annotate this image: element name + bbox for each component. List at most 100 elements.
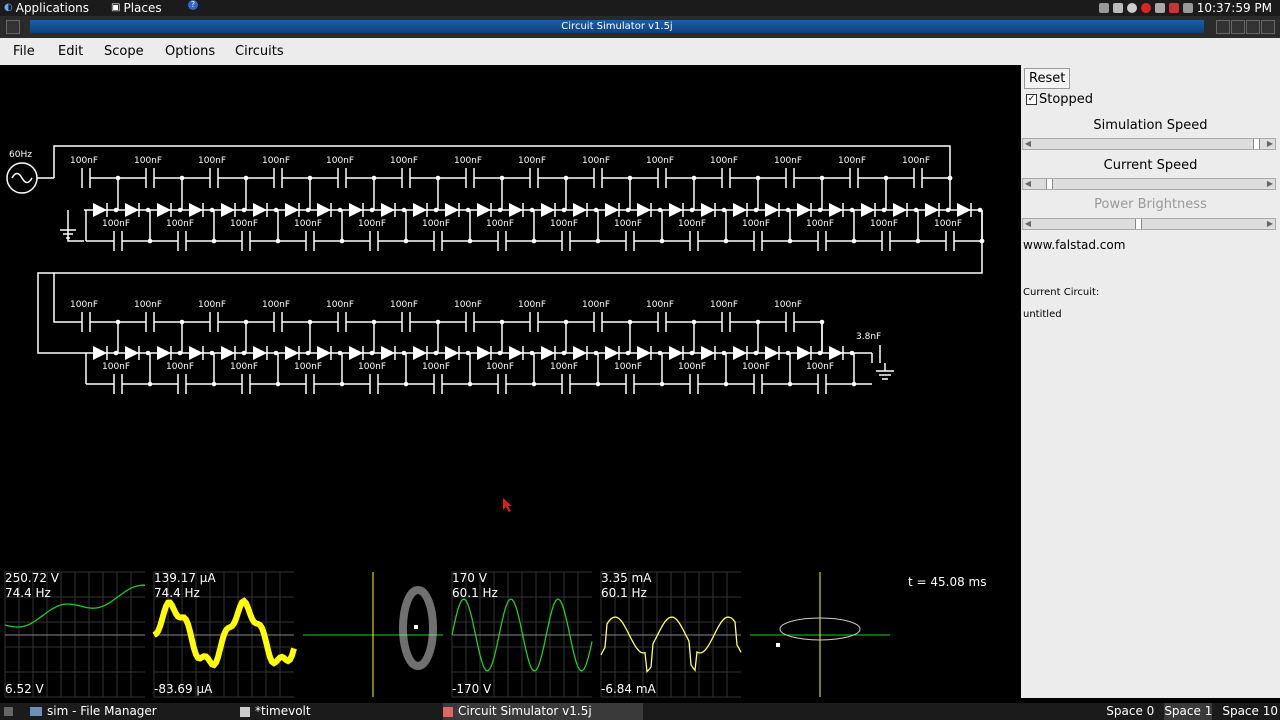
diode[interactable] bbox=[829, 203, 843, 217]
diode[interactable] bbox=[317, 346, 331, 360]
diode[interactable] bbox=[893, 203, 907, 217]
diode[interactable] bbox=[861, 203, 875, 217]
diode[interactable] bbox=[669, 346, 683, 360]
diode[interactable] bbox=[125, 346, 139, 360]
window-menu-icon[interactable] bbox=[6, 20, 20, 34]
capacitor-gap[interactable] bbox=[722, 311, 730, 333]
capacitor-gap[interactable] bbox=[146, 167, 154, 189]
menu-edit[interactable]: Edit bbox=[58, 44, 83, 59]
capacitor-gap[interactable] bbox=[306, 373, 314, 395]
capacitor-gap[interactable] bbox=[434, 373, 442, 395]
diode[interactable] bbox=[221, 203, 235, 217]
applications-menu[interactable]: ◐ Applications bbox=[4, 0, 89, 16]
show-desktop-icon[interactable] bbox=[4, 707, 13, 716]
capacitor-gap[interactable] bbox=[114, 230, 122, 252]
arrow-left-icon[interactable]: ◀ bbox=[1023, 139, 1033, 149]
diode[interactable] bbox=[381, 346, 395, 360]
capacitor-gap[interactable] bbox=[370, 373, 378, 395]
diode[interactable] bbox=[509, 346, 523, 360]
space-1[interactable]: Space 1 bbox=[1164, 703, 1213, 720]
task-timevolt[interactable]: *timevolt bbox=[240, 703, 435, 720]
capacitor-gap[interactable] bbox=[690, 230, 698, 252]
capacitor-gap[interactable] bbox=[786, 167, 794, 189]
capacitor-gap[interactable] bbox=[498, 373, 506, 395]
capacitor-gap[interactable] bbox=[626, 373, 634, 395]
diode[interactable] bbox=[253, 346, 267, 360]
capacitor-gap[interactable] bbox=[114, 373, 122, 395]
capacitor-gap[interactable] bbox=[338, 167, 346, 189]
diode[interactable] bbox=[509, 203, 523, 217]
arrow-right-icon[interactable]: ▶ bbox=[1265, 219, 1275, 229]
menu-circuits[interactable]: Circuits bbox=[235, 44, 284, 59]
diode[interactable] bbox=[765, 346, 779, 360]
capacitor-gap[interactable] bbox=[594, 311, 602, 333]
volume-icon[interactable] bbox=[1182, 3, 1193, 13]
capacitor-gap[interactable] bbox=[82, 167, 90, 189]
diode[interactable] bbox=[829, 346, 843, 360]
camera-icon[interactable] bbox=[1098, 3, 1109, 13]
alert-icon[interactable] bbox=[1140, 3, 1151, 13]
diode[interactable] bbox=[317, 203, 331, 217]
capacitor-gap[interactable] bbox=[402, 167, 410, 189]
diode[interactable] bbox=[573, 346, 587, 360]
capacitor-gap[interactable] bbox=[466, 167, 474, 189]
capacitor-gap[interactable] bbox=[946, 230, 954, 252]
capacitor-gap[interactable] bbox=[82, 311, 90, 333]
menu-scope[interactable]: Scope bbox=[104, 44, 144, 59]
diode[interactable] bbox=[477, 346, 491, 360]
diode[interactable] bbox=[93, 346, 107, 360]
network-manager-icon[interactable] bbox=[1112, 3, 1123, 13]
diode[interactable] bbox=[93, 203, 107, 217]
capacitor-gap[interactable] bbox=[498, 230, 506, 252]
shade-button[interactable] bbox=[1216, 20, 1230, 34]
diode[interactable] bbox=[701, 346, 715, 360]
diode[interactable] bbox=[733, 203, 747, 217]
diode[interactable] bbox=[637, 346, 651, 360]
capacitor-gap[interactable] bbox=[338, 311, 346, 333]
capacitor-gap[interactable] bbox=[754, 373, 762, 395]
diode[interactable] bbox=[797, 203, 811, 217]
arrow-right-icon[interactable]: ▶ bbox=[1265, 139, 1275, 149]
capacitor-gap[interactable] bbox=[562, 373, 570, 395]
simulation-speed-slider[interactable]: ◀ ▶ bbox=[1022, 138, 1276, 150]
refresh-icon[interactable] bbox=[1126, 3, 1137, 13]
diode[interactable] bbox=[413, 346, 427, 360]
diode[interactable] bbox=[253, 203, 267, 217]
capacitor-gap[interactable] bbox=[818, 373, 826, 395]
capacitor-gap[interactable] bbox=[242, 373, 250, 395]
capacitor-gap[interactable] bbox=[530, 311, 538, 333]
diode[interactable] bbox=[637, 203, 651, 217]
reset-button[interactable]: Reset bbox=[1024, 68, 1071, 89]
diode[interactable] bbox=[669, 203, 683, 217]
circuit-canvas[interactable]: 100nF 100nF 100nF 100nF 100nF 100nF 100nF 100nF… bbox=[0, 65, 1021, 698]
diode[interactable] bbox=[701, 203, 715, 217]
capacitor-gap[interactable] bbox=[690, 373, 698, 395]
capacitor-gap[interactable] bbox=[178, 230, 186, 252]
battery-icon[interactable] bbox=[1168, 3, 1179, 13]
diode[interactable] bbox=[957, 203, 971, 217]
arrow-left-icon[interactable]: ◀ bbox=[1023, 219, 1033, 229]
capacitor-gap[interactable] bbox=[370, 230, 378, 252]
capacitor-gap[interactable] bbox=[658, 167, 666, 189]
diode[interactable] bbox=[157, 346, 171, 360]
close-button[interactable] bbox=[1261, 20, 1275, 34]
power-brightness-slider[interactable]: ◀ ▶ bbox=[1022, 218, 1276, 230]
diode[interactable] bbox=[285, 203, 299, 217]
task-circuit-simulator[interactable]: Circuit Simulator v1.5j bbox=[443, 703, 643, 720]
current-speed-slider[interactable]: ◀ ▶ bbox=[1022, 178, 1276, 190]
capacitor-gap[interactable] bbox=[882, 230, 890, 252]
capacitor-gap[interactable] bbox=[658, 311, 666, 333]
capacitor-gap[interactable] bbox=[178, 373, 186, 395]
window-titlebar[interactable]: Circuit Simulator v1.5j bbox=[0, 16, 1280, 38]
capacitor-gap[interactable] bbox=[306, 230, 314, 252]
arrow-left-icon[interactable]: ◀ bbox=[1023, 179, 1033, 189]
capacitor-gap[interactable] bbox=[146, 311, 154, 333]
stopped-checkbox[interactable]: ✓ Stopped bbox=[1026, 92, 1093, 107]
maximize-button[interactable] bbox=[1246, 20, 1260, 34]
arrow-right-icon[interactable]: ▶ bbox=[1265, 179, 1275, 189]
diode[interactable] bbox=[733, 346, 747, 360]
capacitor-gap[interactable] bbox=[818, 230, 826, 252]
capacitor-gap[interactable] bbox=[850, 167, 858, 189]
diode[interactable] bbox=[797, 346, 811, 360]
diode[interactable] bbox=[349, 203, 363, 217]
